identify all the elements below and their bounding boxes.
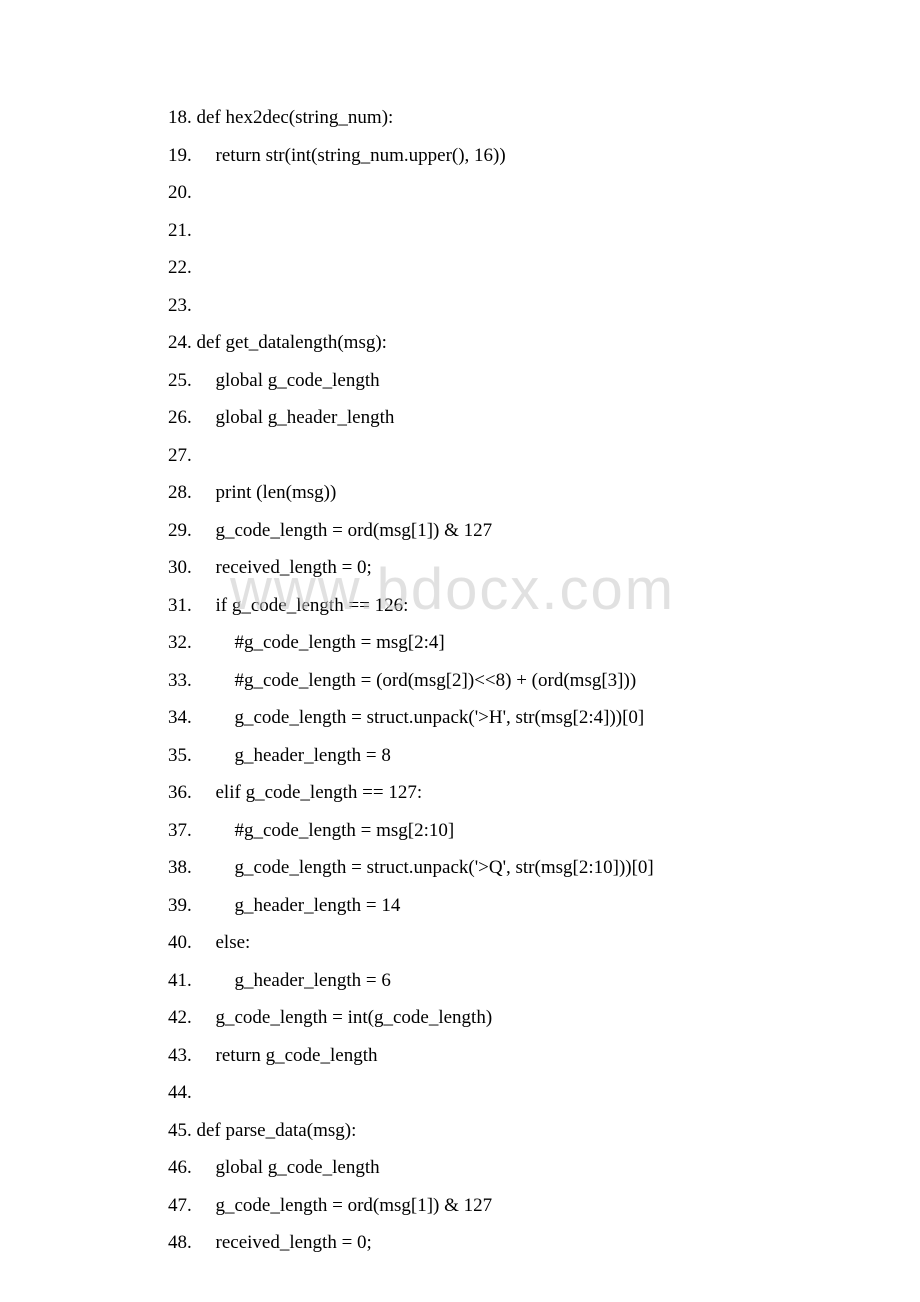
- line-number: 31.: [168, 595, 192, 616]
- code-line: 35. g_header_length = 8: [168, 746, 820, 765]
- line-code: else:: [197, 932, 260, 953]
- code-line: 26. global g_header_length: [168, 408, 820, 427]
- line-code: elif g_code_length == 127:: [197, 782, 432, 803]
- code-line: 20.: [168, 183, 820, 202]
- code-line: 31. if g_code_length == 126:: [168, 596, 820, 615]
- code-line: 22.: [168, 258, 820, 277]
- code-line: 36. elif g_code_length == 127:: [168, 783, 820, 802]
- code-line: 43. return g_code_length: [168, 1046, 820, 1065]
- code-line: 18. def hex2dec(string_num):: [168, 108, 820, 127]
- line-number: 22.: [168, 257, 192, 278]
- line-number: 18.: [168, 107, 192, 128]
- line-code: [197, 257, 207, 278]
- line-number: 43.: [168, 1045, 192, 1066]
- line-code: g_header_length = 6: [197, 970, 401, 991]
- line-code: g_code_length = struct.unpack('>H', str(…: [197, 707, 654, 728]
- line-code: received_length = 0;: [197, 1232, 382, 1253]
- line-code: global g_code_length: [197, 1157, 390, 1178]
- line-number: 19.: [168, 145, 192, 166]
- line-code: [197, 295, 207, 316]
- line-code: received_length = 0;: [197, 557, 382, 578]
- code-line: 47. g_code_length = ord(msg[1]) & 127: [168, 1196, 820, 1215]
- line-number: 20.: [168, 182, 192, 203]
- line-code: g_header_length = 8: [197, 745, 401, 766]
- code-line: 33. #g_code_length = (ord(msg[2])<<8) + …: [168, 671, 820, 690]
- line-number: 44.: [168, 1082, 192, 1103]
- code-line: 25. global g_code_length: [168, 371, 820, 390]
- line-number: 21.: [168, 220, 192, 241]
- line-code: def get_datalength(msg):: [197, 332, 397, 353]
- line-code: def hex2dec(string_num):: [197, 107, 403, 128]
- line-number: 45.: [168, 1120, 192, 1141]
- line-code: [197, 445, 226, 466]
- code-line: 34. g_code_length = struct.unpack('>H', …: [168, 708, 820, 727]
- line-number: 27.: [168, 445, 192, 466]
- line-number: 35.: [168, 745, 192, 766]
- line-code: g_code_length = int(g_code_length): [197, 1007, 502, 1028]
- line-code: return g_code_length: [197, 1045, 387, 1066]
- line-number: 29.: [168, 520, 192, 541]
- code-line: 21.: [168, 221, 820, 240]
- code-line: 44.: [168, 1083, 820, 1102]
- code-line: 41. g_header_length = 6: [168, 971, 820, 990]
- line-number: 48.: [168, 1232, 192, 1253]
- line-number: 26.: [168, 407, 192, 428]
- code-line: 46. global g_code_length: [168, 1158, 820, 1177]
- code-line: 48. received_length = 0;: [168, 1233, 820, 1252]
- line-number: 32.: [168, 632, 192, 653]
- code-line: 32. #g_code_length = msg[2:4]: [168, 633, 820, 652]
- line-code: g_code_length = struct.unpack('>Q', str(…: [197, 857, 664, 878]
- line-code: #g_code_length = msg[2:10]: [197, 820, 464, 841]
- line-code: [197, 220, 207, 241]
- line-code: [197, 1082, 245, 1103]
- code-line: 19. return str(int(string_num.upper(), 1…: [168, 146, 820, 165]
- line-code: if g_code_length == 126:: [197, 595, 418, 616]
- line-code: def parse_data(msg):: [197, 1120, 366, 1141]
- code-line: 24. def get_datalength(msg):: [168, 333, 820, 352]
- line-number: 28.: [168, 482, 192, 503]
- code-line: 29. g_code_length = ord(msg[1]) & 127: [168, 521, 820, 540]
- line-code: #g_code_length = msg[2:4]: [197, 632, 455, 653]
- code-line: 39. g_header_length = 14: [168, 896, 820, 915]
- line-number: 24.: [168, 332, 192, 353]
- line-number: 38.: [168, 857, 192, 878]
- line-number: 41.: [168, 970, 192, 991]
- line-number: 30.: [168, 557, 192, 578]
- line-number: 36.: [168, 782, 192, 803]
- line-number: 37.: [168, 820, 192, 841]
- line-code: print (len(msg)): [197, 482, 346, 503]
- line-code: g_header_length = 14: [197, 895, 410, 916]
- code-line: 28. print (len(msg)): [168, 483, 820, 502]
- line-number: 42.: [168, 1007, 192, 1028]
- line-code: g_code_length = ord(msg[1]) & 127: [197, 520, 502, 541]
- line-number: 47.: [168, 1195, 192, 1216]
- code-line: 23.: [168, 296, 820, 315]
- line-number: 39.: [168, 895, 192, 916]
- code-line: 40. else:: [168, 933, 820, 952]
- code-line: 45. def parse_data(msg):: [168, 1121, 820, 1140]
- line-code: g_code_length = ord(msg[1]) & 127: [197, 1195, 502, 1216]
- line-number: 34.: [168, 707, 192, 728]
- line-number: 33.: [168, 670, 192, 691]
- line-number: 46.: [168, 1157, 192, 1178]
- line-code: #g_code_length = (ord(msg[2])<<8) + (ord…: [197, 670, 646, 691]
- code-line: 30. received_length = 0;: [168, 558, 820, 577]
- line-code: return str(int(string_num.upper(), 16)): [197, 145, 516, 166]
- code-line: 38. g_code_length = struct.unpack('>Q', …: [168, 858, 820, 877]
- line-number: 23.: [168, 295, 192, 316]
- line-code: [197, 182, 207, 203]
- line-code: global g_header_length: [197, 407, 414, 428]
- code-line: 42. g_code_length = int(g_code_length): [168, 1008, 820, 1027]
- code-content: 18. def hex2dec(string_num): 19. return …: [0, 0, 920, 1252]
- code-line: 37. #g_code_length = msg[2:10]: [168, 821, 820, 840]
- line-number: 40.: [168, 932, 192, 953]
- code-line: 27.: [168, 446, 820, 465]
- line-code: global g_code_length: [197, 370, 390, 391]
- line-number: 25.: [168, 370, 192, 391]
